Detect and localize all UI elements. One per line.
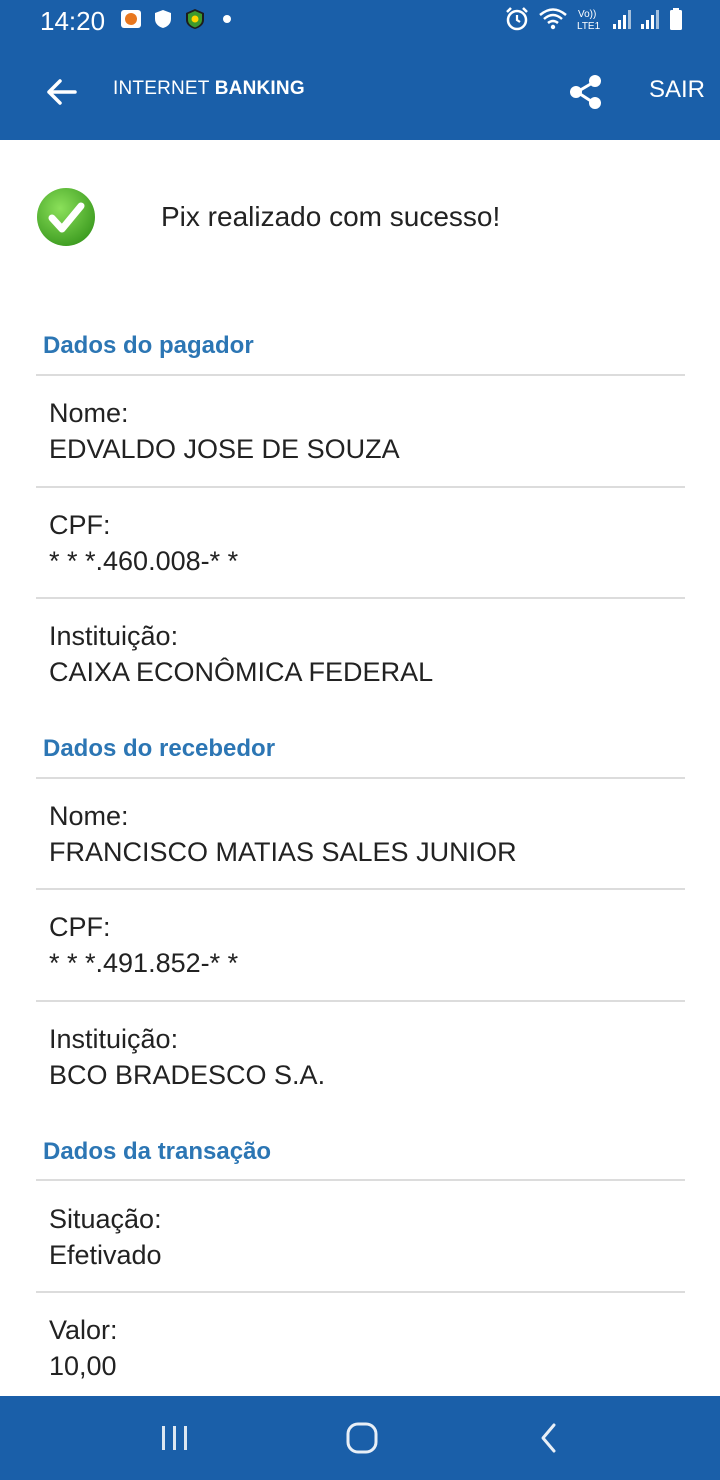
receiver-institution-value: BCO BRADESCO S.A. <box>49 1060 326 1090</box>
payer-institution-value: CAIXA ECONÔMICA FEDERAL <box>49 657 434 687</box>
status-right-icons: Vo)) LTE1 <box>504 6 684 32</box>
share-icon <box>570 75 601 109</box>
transaction-amount-value: 10,00 <box>49 1351 117 1381</box>
transaction-amount-label: Valor: <box>49 1315 118 1345</box>
status-time: 14:20 <box>40 6 106 36</box>
divider <box>36 888 685 890</box>
receiver-section-title: Dados do recebedor <box>43 735 276 762</box>
wifi-icon <box>539 8 567 30</box>
divider <box>36 777 685 779</box>
back-chevron-icon <box>541 1423 556 1453</box>
header-title-light: INTERNET <box>113 78 215 99</box>
alarm-icon <box>506 7 528 31</box>
divider <box>36 597 685 599</box>
success-message: Pix realizado com sucesso! <box>161 201 501 232</box>
divider <box>36 1000 685 1002</box>
app-header: INTERNET BANKING SAIR <box>0 42 720 140</box>
signal-icon <box>641 10 659 29</box>
dot-icon <box>223 15 231 23</box>
header-title: INTERNET BANKING <box>113 78 305 100</box>
divider <box>36 1179 685 1181</box>
back-button[interactable] <box>40 70 84 114</box>
receiver-name-value: FRANCISCO MATIAS SALES JUNIOR <box>49 837 517 867</box>
divider <box>36 486 685 488</box>
recent-apps-icon <box>162 1426 187 1450</box>
volte-lte-icon: Vo)) LTE1 <box>577 9 601 32</box>
divider <box>36 374 685 376</box>
receiver-cpf-value: * * *.491.852-* * <box>49 948 239 978</box>
receiver-cpf-label: CPF: <box>49 912 111 942</box>
status-left-icons <box>120 8 238 30</box>
home-icon <box>346 1422 378 1454</box>
payer-institution-label: Instituição: <box>49 621 179 651</box>
transaction-section-title: Dados da transação <box>43 1138 272 1165</box>
arrow-left-icon <box>47 79 77 105</box>
share-button[interactable] <box>564 70 608 114</box>
success-banner: Pix realizado com sucesso! <box>36 187 676 249</box>
header-title-bold: BANKING <box>214 78 305 99</box>
battery-icon <box>670 8 682 30</box>
status-bar: 14:20 Vo)) LTE1 <box>0 0 720 42</box>
back-nav-button[interactable] <box>530 1418 570 1458</box>
logout-button[interactable]: SAIR <box>649 76 705 104</box>
svg-text:Vo)): Vo)) <box>578 9 596 20</box>
transaction-status-value: Efetivado <box>49 1240 162 1270</box>
signal-icon <box>613 10 631 29</box>
payer-section-title: Dados do pagador <box>43 332 254 359</box>
sports-badge-icon <box>186 9 204 29</box>
payer-name-label: Nome: <box>49 398 129 428</box>
payer-name-value: EDVALDO JOSE DE SOUZA <box>49 434 400 464</box>
receiver-name-label: Nome: <box>49 801 129 831</box>
svg-text:LTE1: LTE1 <box>577 21 601 32</box>
system-nav-bar <box>0 1396 720 1480</box>
receipt-content[interactable]: Pix realizado com sucesso! Dados do paga… <box>0 140 720 1396</box>
shield-icon <box>155 10 171 28</box>
home-button[interactable] <box>342 1418 382 1458</box>
transaction-status-label: Situação: <box>49 1204 162 1234</box>
payer-cpf-label: CPF: <box>49 510 111 540</box>
receiver-institution-label: Instituição: <box>49 1024 179 1054</box>
payer-cpf-value: * * *.460.008-* * <box>49 546 239 576</box>
notification-app-icon <box>121 10 141 28</box>
check-circle-icon <box>37 188 95 246</box>
recent-apps-button[interactable] <box>155 1418 195 1458</box>
divider <box>36 1291 685 1293</box>
